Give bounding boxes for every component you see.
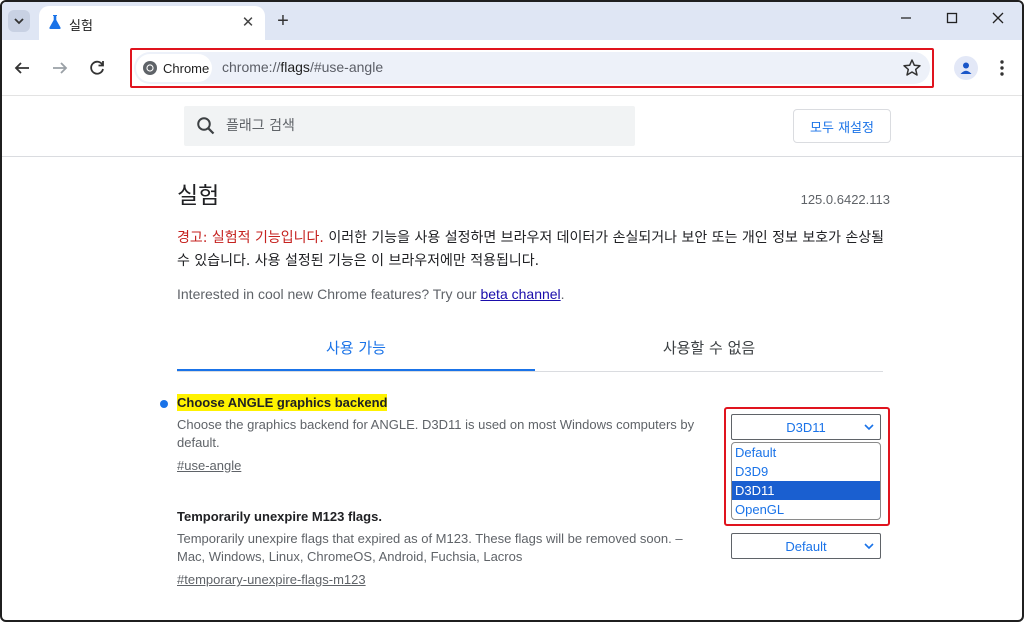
tab-strip: 실험 ✕ + <box>2 2 1022 40</box>
reload-icon <box>90 60 104 75</box>
maximize-icon[interactable] <box>932 6 972 30</box>
modified-indicator <box>160 400 168 408</box>
flag-tabs: 사용 가능 사용할 수 없음 <box>177 324 883 372</box>
warning-prefix: 경고: 실험적 기능입니다. <box>177 230 324 246</box>
flag-item: Choose ANGLE graphics backend Choose the… <box>160 394 717 475</box>
flag-anchor-link[interactable]: #use-angle <box>177 458 241 473</box>
reset-all-button[interactable]: 모두 재설정 <box>793 109 891 143</box>
promo-body: Interested in cool new Chrome features? … <box>177 286 481 302</box>
forward-button[interactable] <box>48 56 72 80</box>
flag-description: Choose the graphics backend for ANGLE. D… <box>177 417 695 450</box>
flag-select[interactable]: Default <box>731 533 881 559</box>
promo-text: Interested in cool new Chrome features? … <box>177 286 565 302</box>
chevron-down-icon <box>864 543 874 550</box>
tab-available[interactable]: 사용 가능 <box>177 324 535 370</box>
close-icon[interactable]: ✕ <box>239 13 257 31</box>
profile-button[interactable] <box>954 56 978 80</box>
search-icon <box>197 117 215 135</box>
tab-title: 실험 <box>69 19 93 34</box>
back-button[interactable] <box>10 56 34 80</box>
tab-search-icon <box>14 18 24 25</box>
select-value: Default <box>785 538 827 554</box>
flag-anchor-link[interactable]: #temporary-unexpire-flags-m123 <box>177 572 366 587</box>
profile-icon <box>960 62 972 74</box>
warning-text: 경고: 실험적 기능입니다. 이러한 기능을 사용 설정하면 브라우저 데이터가… <box>177 227 889 273</box>
flag-search-box[interactable] <box>184 106 635 146</box>
address-bar-highlight <box>130 48 934 88</box>
active-tab-indicator <box>177 369 535 371</box>
flag-name: Choose ANGLE graphics backend <box>177 394 388 411</box>
beta-channel-link[interactable]: beta channel <box>480 286 560 302</box>
search-input[interactable] <box>226 116 606 136</box>
promo-end: . <box>560 286 565 302</box>
toolbar: Chrome chrome://flags/#use-angle <box>2 40 1022 96</box>
page-title: 실험 <box>177 183 220 209</box>
browser-window: 실험 ✕ + Chrome chrome://flags/#use-angle … <box>0 0 1024 622</box>
tab-flags[interactable]: 실험 ✕ <box>39 6 265 40</box>
tab-unavailable[interactable]: 사용할 수 없음 <box>535 324 883 370</box>
flag-item: Temporarily unexpire M123 flags. Tempora… <box>177 508 717 589</box>
flags-header: 모두 재설정 <box>2 96 1022 157</box>
kebab-menu-icon <box>1000 60 1004 76</box>
flask-icon <box>49 15 61 29</box>
flag-description: Temporarily unexpire flags that expired … <box>177 531 683 564</box>
window-close-icon[interactable] <box>978 6 1018 30</box>
reload-button[interactable] <box>85 56 109 80</box>
menu-button[interactable] <box>992 56 1012 80</box>
minimize-icon[interactable] <box>886 6 926 30</box>
tab-search-button[interactable] <box>8 10 30 32</box>
dropdown-highlight <box>724 407 890 526</box>
plus-icon[interactable]: + <box>272 10 294 32</box>
back-arrow-icon <box>14 62 29 74</box>
flag-name: Temporarily unexpire M123 flags. <box>177 509 382 524</box>
forward-arrow-icon <box>53 62 68 74</box>
version-label: 125.0.6422.113 <box>800 192 890 207</box>
